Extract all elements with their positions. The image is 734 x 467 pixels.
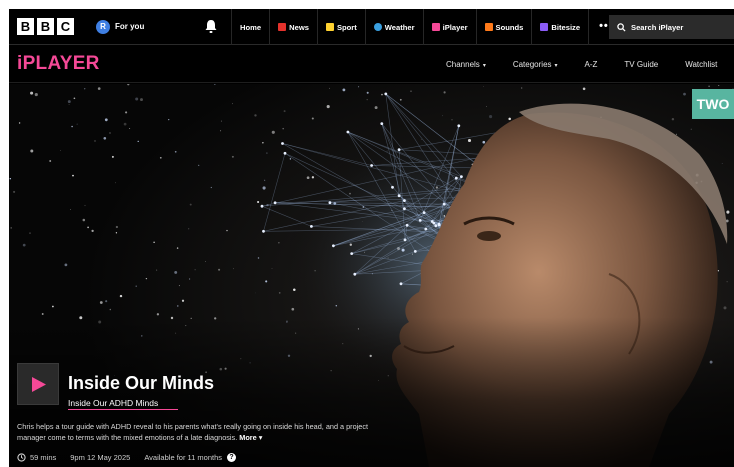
nav-weather-label: Weather: [384, 22, 415, 32]
nav-sport-label: Sport: [336, 22, 357, 32]
duration: 59 mins: [17, 453, 56, 462]
clock-icon: [17, 453, 26, 462]
iplayer-logo[interactable]: iPLAYER: [17, 53, 100, 75]
ipnav-categories-label: Categories: [512, 60, 552, 69]
avatar: R: [96, 19, 110, 34]
browser-viewport: B B C R For you Home News Sport Weather …: [9, 9, 734, 467]
notifications-bell-icon[interactable]: [204, 19, 218, 34]
search-input[interactable]: Search iPlayer: [609, 15, 734, 39]
nav-home[interactable]: Home: [231, 9, 269, 45]
ipnav-a-z[interactable]: A-Z: [585, 60, 598, 69]
bbc-logo-block: C: [57, 18, 74, 35]
episode-meta: 59 mins 9pm 12 May 2025 Available for 11…: [17, 453, 250, 462]
ipnav-tv-guide[interactable]: TV Guide: [624, 60, 658, 69]
episode-title-underline: [68, 409, 178, 410]
programme-title[interactable]: Inside Our Minds: [68, 373, 214, 394]
play-button[interactable]: [17, 363, 59, 405]
sounds-icon: [484, 23, 493, 31]
info-icon[interactable]: ?: [227, 453, 236, 462]
bbc-top-bar: B B C R For you Home News Sport Weather …: [9, 9, 734, 45]
ipnav-channels[interactable]: Channels ▾: [446, 60, 486, 69]
episode-title: Inside Our ADHD Minds: [68, 398, 159, 408]
availability: Available for 11 months ?: [144, 453, 236, 462]
description-text: Chris helps a tour guide with ADHD revea…: [17, 422, 369, 442]
broadcast-time: 9pm 12 May 2025: [70, 453, 131, 462]
for-you-label: For you: [115, 22, 145, 31]
channel-badge: TWO: [692, 89, 734, 119]
nav-bitesize-label: Bitesize: [551, 22, 581, 32]
nav-weather[interactable]: Weather: [364, 9, 423, 45]
ipnav-channels-label: Channels: [446, 60, 480, 69]
for-you-button[interactable]: R For you: [96, 19, 145, 34]
chevron-down-icon: ▾: [554, 63, 558, 69]
bitesize-icon: [540, 23, 549, 31]
nav-iplayer[interactable]: iPlayer: [422, 9, 476, 45]
nav-iplayer-label: iPlayer: [442, 22, 468, 32]
search-placeholder: Search iPlayer: [631, 22, 684, 32]
sport-icon: [325, 23, 334, 31]
bbc-logo[interactable]: B B C: [17, 18, 74, 35]
nav-sounds[interactable]: Sounds: [475, 9, 532, 45]
nav-home-label: Home: [240, 22, 262, 32]
ipnav-categories[interactable]: Categories ▾: [513, 60, 558, 69]
play-icon: [32, 377, 46, 392]
bbc-logo-block: B: [37, 18, 54, 35]
duration-text: 59 mins: [30, 453, 57, 462]
episode-description: Chris helps a tour guide with ADHD revea…: [17, 421, 387, 443]
nav-sport[interactable]: Sport: [316, 9, 365, 45]
nav-news[interactable]: News: [269, 9, 317, 45]
bbc-main-nav: Home News Sport Weather iPlayer Sounds B…: [231, 9, 624, 45]
iplayer-bar: iPLAYER Channels ▾ Categories ▾ A-Z TV Gui…: [9, 46, 734, 83]
iplayer-nav: Channels ▾ Categories ▾ A-Z TV Guide Watch…: [446, 46, 734, 83]
iplayer-icon: [431, 23, 440, 31]
nav-news-label: News: [289, 22, 309, 32]
availability-text: Available for 11 months: [144, 453, 222, 462]
hero-banner[interactable]: TWO Inside Our Minds Inside Our ADHD Min…: [9, 84, 734, 467]
chevron-down-icon: ▾: [482, 63, 486, 69]
search-icon: [617, 22, 626, 32]
more-toggle[interactable]: More ▾: [239, 433, 262, 442]
ipnav-watchlist[interactable]: Watchlist: [685, 60, 717, 69]
nav-sounds-label: Sounds: [495, 22, 524, 32]
bbc-logo-block: B: [17, 18, 34, 35]
weather-icon: [373, 23, 382, 31]
news-icon: [278, 23, 287, 31]
nav-bitesize[interactable]: Bitesize: [531, 9, 588, 45]
